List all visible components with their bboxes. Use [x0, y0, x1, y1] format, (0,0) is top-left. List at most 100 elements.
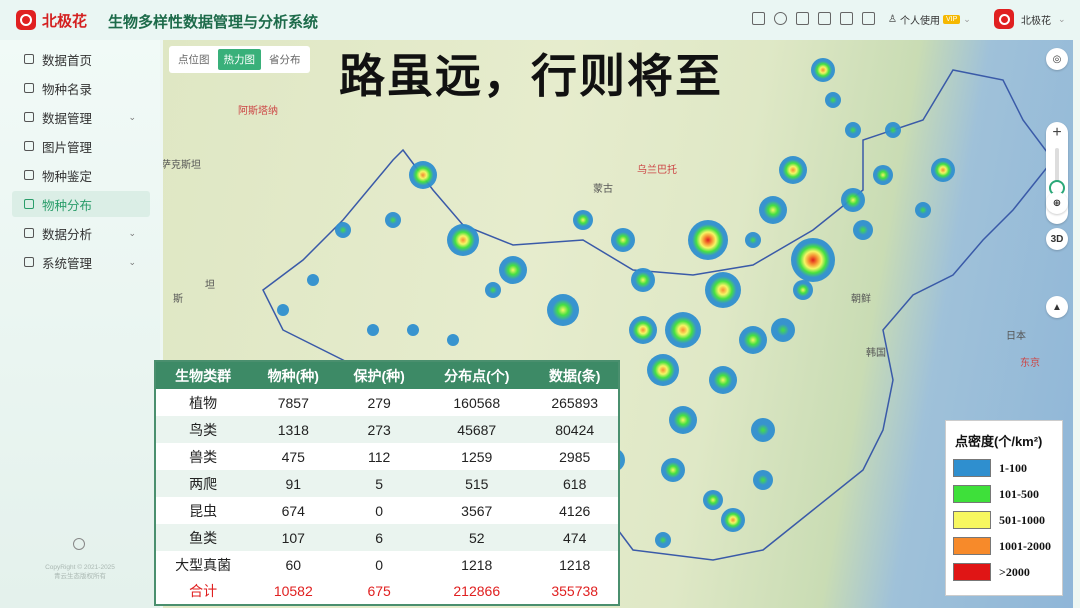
table-cell: 160568 — [453, 394, 501, 411]
heat-spot — [688, 220, 728, 260]
book-icon — [24, 83, 34, 93]
sidebar-item-2[interactable]: 数据管理 ⌄ — [12, 104, 150, 130]
heat-spot — [739, 326, 767, 354]
table-row: 鱼类 107 6 52 474 — [155, 524, 619, 551]
user-mode-label: 个人使用 — [899, 16, 940, 27]
image-icon — [24, 141, 34, 151]
table-cell: 大型真菌 — [175, 556, 232, 573]
legend-swatch — [953, 537, 991, 555]
heat-spot — [811, 58, 835, 82]
heat-spot — [793, 280, 813, 300]
table-cell: 0 — [375, 502, 384, 519]
table-cell: 674 — [281, 502, 305, 519]
table-cell: 60 — [285, 556, 302, 573]
account-menu[interactable]: 北极花 ⌄ — [994, 9, 1066, 29]
table-cell: 1318 — [250, 416, 337, 443]
heat-spot — [447, 224, 479, 256]
legend-item: 1-100 — [953, 459, 1027, 477]
table-cell: 4126 — [559, 502, 591, 519]
sidebar-item-1[interactable]: 物种名录 — [12, 75, 150, 101]
heat-spot — [409, 161, 437, 189]
heat-spot — [499, 256, 527, 284]
dashboard-icon — [24, 54, 34, 64]
map-label-japan: 日本 — [1006, 331, 1026, 342]
map-label-ulaanbaatar: 乌兰巴托 — [637, 165, 677, 176]
sidebar-item-7[interactable]: 系统管理 ⌄ — [12, 249, 150, 275]
logo-icon — [16, 10, 36, 30]
legend-label: 1-100 — [999, 460, 1027, 475]
heat-spot — [885, 122, 901, 138]
sidebar-item-label: 数据首页 — [42, 53, 93, 68]
heat-spot — [407, 324, 419, 336]
qrcode-icon[interactable] — [818, 12, 831, 25]
heat-spot — [547, 294, 579, 326]
chevron-down-icon: ⌄ — [963, 14, 971, 24]
heat-spot — [705, 272, 741, 308]
table-cell: 475 — [281, 448, 305, 465]
heat-spot — [853, 220, 873, 240]
heat-spot — [277, 304, 289, 316]
heat-spot — [335, 222, 351, 238]
legend-item: 501-1000 — [953, 511, 1045, 529]
locate-icon[interactable]: ⊕ — [1046, 192, 1068, 214]
heat-spot — [367, 324, 379, 336]
sidebar-item-3[interactable]: 图片管理 — [12, 133, 150, 159]
map-label-astana: 阿斯塔纳 — [238, 106, 278, 117]
sidebar-item-6[interactable]: 数据分析 ⌄ — [12, 220, 150, 246]
table-cell: 6 — [336, 524, 423, 551]
help-icon[interactable] — [796, 12, 809, 25]
sidebar-item-4[interactable]: 物种鉴定 — [12, 162, 150, 188]
table-cell: 1218 — [559, 556, 591, 573]
database-icon — [24, 112, 34, 122]
basemap-icon[interactable]: ◎ — [1046, 48, 1068, 70]
tab-point-map[interactable]: 点位图 — [172, 49, 216, 70]
account-name: 北极花 — [1021, 15, 1051, 27]
legend-title: 点密度(个/km²) — [955, 434, 1043, 449]
heat-spot — [669, 406, 697, 434]
legend-label: 1001-2000 — [999, 538, 1051, 553]
3d-toggle-button[interactable]: 3D — [1046, 228, 1068, 250]
table-cell: 279 — [367, 394, 391, 411]
support-icon[interactable] — [774, 12, 787, 25]
share-icon[interactable] — [752, 12, 765, 25]
column-header: 保护(种) — [336, 361, 423, 389]
table-row: 鸟类 1318 273 45687 80424 — [155, 416, 619, 443]
tab-province-map[interactable]: 省分布 — [263, 49, 307, 70]
copyright: CopyRight © 2021-2025 — [45, 564, 115, 571]
user-icon: ♙ — [888, 14, 897, 25]
brand-name: 北极花 — [42, 12, 88, 30]
zoom-in-button[interactable]: + — [1046, 124, 1068, 142]
sidebar-item-0[interactable]: 数据首页 — [12, 46, 150, 72]
table-cell: 昆虫 — [189, 502, 218, 519]
table-row: 兽类 475 112 1259 2985 — [155, 443, 619, 470]
compass-icon[interactable]: ▲ — [1046, 296, 1068, 318]
toolbar — [752, 12, 875, 25]
chevron-down-icon: ⌄ — [1058, 13, 1066, 24]
app-header: 北极花 生物多样性数据管理与分析系统 ♙ 个人使用 VIP ⌄ 北极花 ⌄ — [0, 0, 1080, 40]
sidebar-item-5[interactable]: 物种分布 — [12, 191, 150, 217]
heat-spot — [485, 282, 501, 298]
app-title: 生物多样性数据管理与分析系统 — [108, 14, 319, 31]
tab-heat-map[interactable]: 热力图 — [217, 49, 261, 70]
table-cell: 7857 — [277, 394, 309, 411]
heat-spot — [703, 490, 723, 510]
sidebar-item-label: 系统管理 — [42, 256, 93, 271]
legend-swatch — [953, 485, 991, 503]
map-label-south-korea: 韩国 — [866, 348, 886, 359]
sidebar-item-label: 数据分析 — [42, 227, 93, 242]
total-cell: 675 — [336, 578, 423, 605]
density-legend: 点密度(个/km²) 1-100 101-500 501-1000 1001-2000… — [945, 420, 1063, 596]
heat-spot — [745, 232, 761, 248]
collapse-icon[interactable] — [73, 538, 85, 550]
chevron-down-icon: ⌄ — [128, 111, 136, 122]
table-cell: 474 — [531, 524, 619, 551]
table-cell: 鸟类 — [155, 416, 251, 443]
calendar-icon[interactable] — [862, 12, 875, 25]
total-cell: 212866 — [422, 578, 532, 605]
table-cell: 兽类 — [189, 448, 218, 465]
export-icon[interactable] — [840, 12, 853, 25]
table-cell: 1259 — [461, 448, 493, 465]
sidebar-item-label: 物种名录 — [42, 82, 93, 97]
user-mode-dropdown[interactable]: ♙ 个人使用 VIP ⌄ — [888, 12, 971, 27]
table-cell: 265893 — [551, 394, 599, 411]
